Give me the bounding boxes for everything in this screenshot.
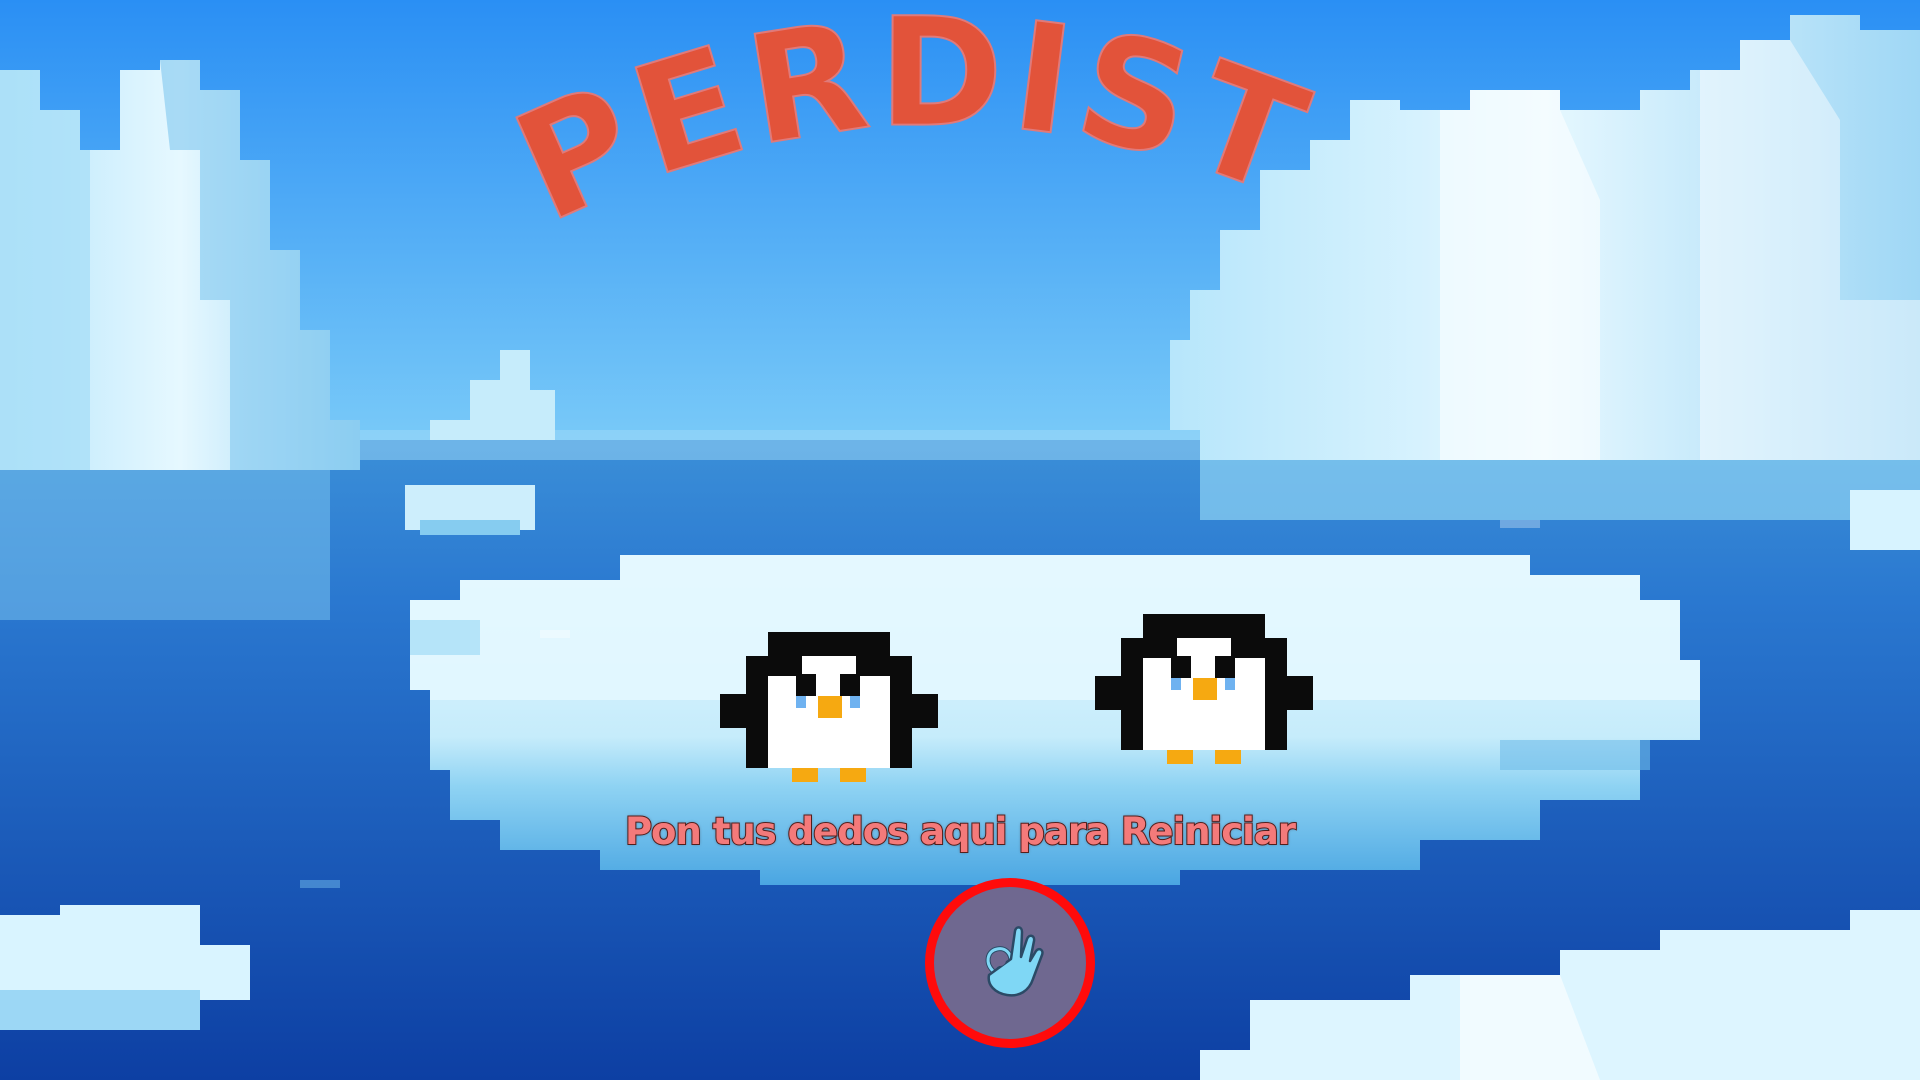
penguin-right: [1095, 614, 1313, 766]
restart-button[interactable]: [925, 878, 1095, 1048]
restart-instruction: Pon tus dedos aqui para Reiniciar: [624, 809, 1297, 854]
penguin-left: [720, 632, 938, 784]
ok-hand-icon: [985, 926, 1044, 997]
